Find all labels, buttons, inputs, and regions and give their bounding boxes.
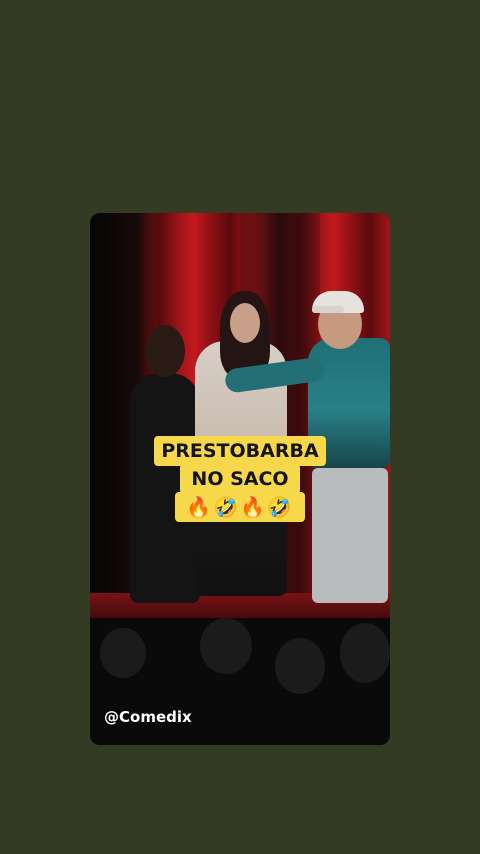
watermark-handle: @Comedix bbox=[104, 708, 192, 726]
comedian-cap-brim bbox=[312, 306, 344, 313]
caption-emoji-line: 🔥🤣🔥🤣 bbox=[175, 492, 305, 522]
performer-center-face bbox=[230, 303, 260, 343]
story-screen[interactable]: PRESTOBARBA NO SACO 🔥🤣🔥🤣 @Comedix bbox=[0, 0, 480, 854]
caption-line: PRESTOBARBA bbox=[154, 436, 326, 466]
audience-head bbox=[100, 628, 146, 678]
audience-head bbox=[340, 623, 390, 683]
video-player[interactable]: PRESTOBARBA NO SACO 🔥🤣🔥🤣 @Comedix bbox=[90, 213, 390, 745]
audience-head bbox=[275, 638, 325, 694]
audience-head bbox=[200, 618, 252, 674]
caption-line: NO SACO bbox=[180, 464, 300, 494]
caption-sticker: PRESTOBARBA NO SACO 🔥🤣🔥🤣 bbox=[147, 436, 333, 522]
performer-left-head bbox=[145, 325, 185, 377]
